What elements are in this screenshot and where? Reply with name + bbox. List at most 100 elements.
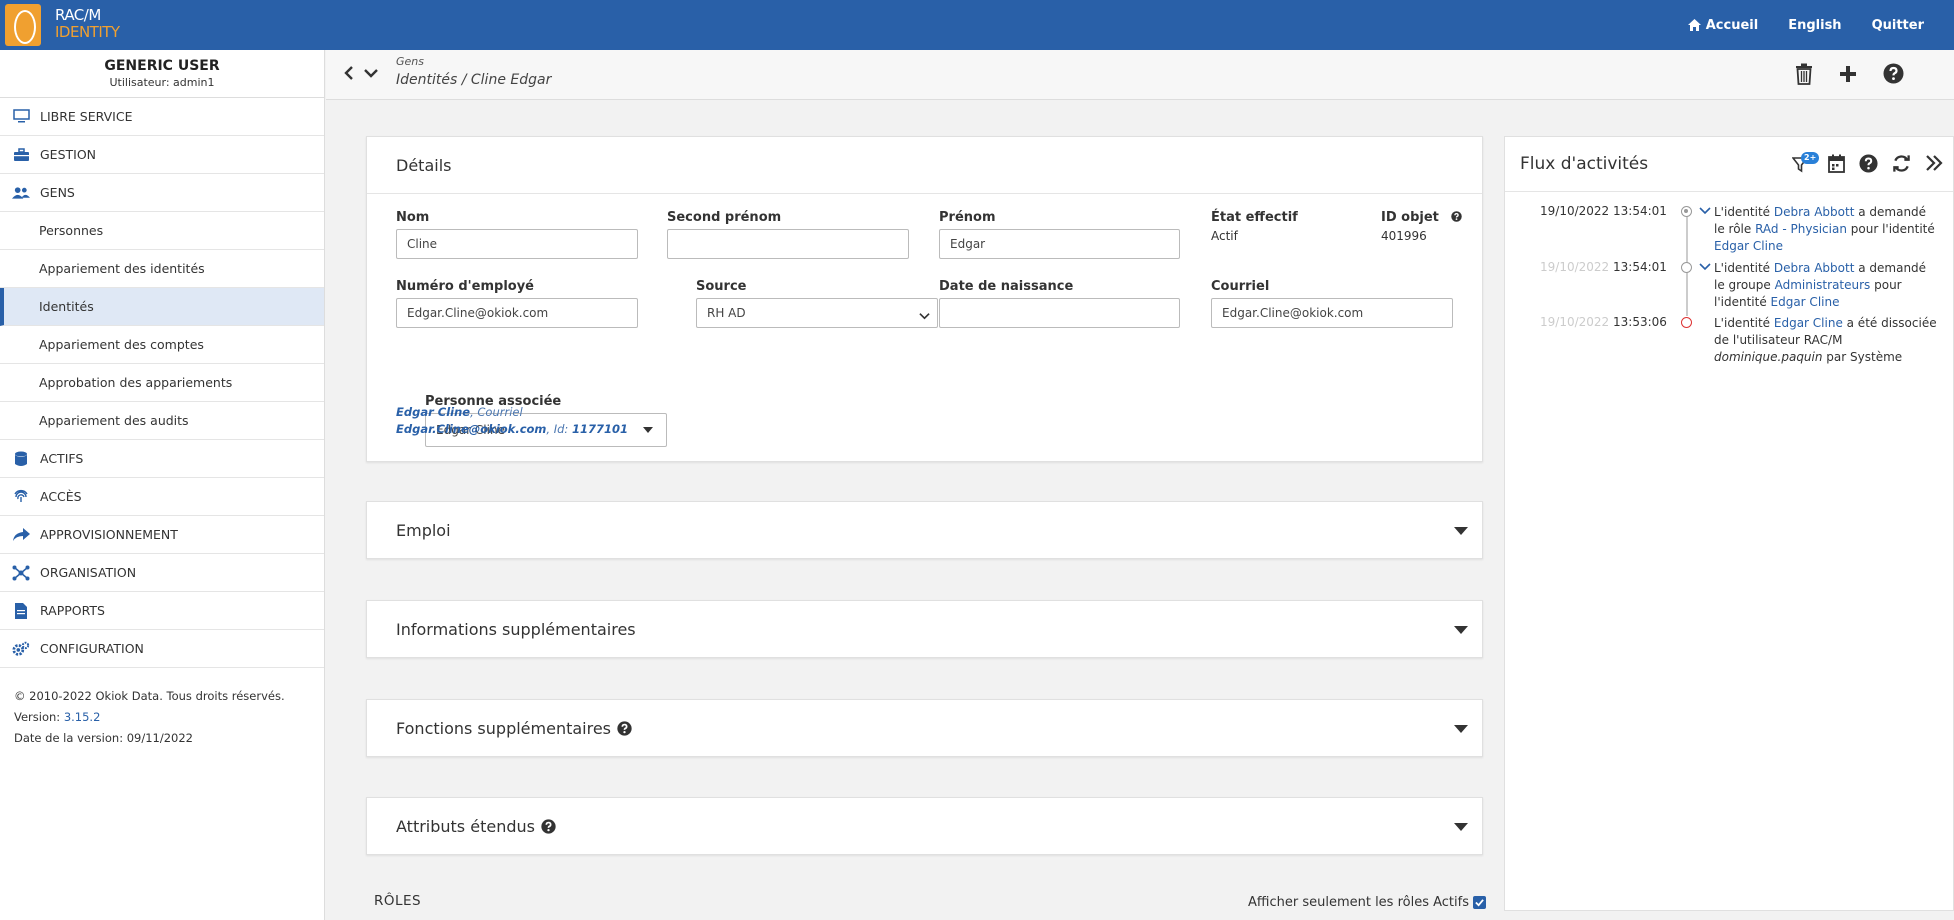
home-link[interactable]: Accueil	[1687, 17, 1759, 33]
timeline-dot	[1681, 206, 1692, 217]
chevron-down-icon[interactable]	[1699, 260, 1711, 272]
courriel-input[interactable]: Edgar.Cline@okiok.com	[1211, 298, 1453, 328]
activity-tools: 2+	[1792, 152, 1943, 174]
refresh-icon[interactable]	[1892, 154, 1911, 173]
sidebar-item-gens[interactable]: GENS	[0, 174, 324, 212]
help-icon[interactable]	[1451, 211, 1463, 222]
event-text: L'identité Debra Abbott a demandé le gro…	[1714, 261, 1927, 309]
sidebar-item-actifs[interactable]: ACTIFS	[0, 440, 324, 478]
sidebar-label: ACCÈS	[40, 489, 82, 504]
sidebar-item-approvisionnement[interactable]: APPROVISIONNEMENT	[0, 516, 324, 554]
user-login: Utilisateur: admin1	[109, 76, 215, 89]
sidebar-label: ACTIFS	[40, 451, 84, 466]
timeline-dot	[1681, 317, 1692, 328]
fingerprint-icon	[12, 488, 30, 506]
sidebar-item-rapports[interactable]: RAPPORTS	[0, 592, 324, 630]
sidebar-label: APPROVISIONNEMENT	[40, 527, 178, 542]
breadcrumb-parent[interactable]: Gens	[396, 55, 424, 68]
top-nav: Accueil English Quitter	[1687, 0, 1924, 50]
filter-icon[interactable]: 2+	[1792, 152, 1820, 174]
user-name: dominique.paquin	[1714, 350, 1823, 364]
version-date: Date de la version: 09/11/2022	[14, 731, 194, 745]
help-icon[interactable]	[541, 818, 556, 834]
section-emploi[interactable]: Emploi	[366, 501, 1483, 559]
roles-toggle-label: Afficher seulement les rôles Actifs	[1248, 895, 1469, 910]
sidebar-item-gestion[interactable]: GESTION	[0, 136, 324, 174]
emp-label: Numéro d'employé	[396, 279, 534, 294]
sidebar-item-appariement-comptes[interactable]: Appariement des comptes	[0, 326, 324, 364]
sidebar-item-appariement-identites[interactable]: Appariement des identités	[0, 250, 324, 288]
sidebar-item-organisation[interactable]: ORGANISATION	[0, 554, 324, 592]
chevron-left-icon[interactable]	[344, 66, 354, 80]
caret-down-icon	[643, 427, 653, 433]
sidebar-label: LIBRE SERVICE	[40, 109, 133, 124]
event-date: 19/10/2022 13:53:06	[1540, 315, 1667, 329]
gears-icon	[12, 640, 30, 658]
help-icon[interactable]	[1859, 154, 1878, 173]
second-prenom-input[interactable]	[667, 229, 909, 259]
top-bar: RAC/M IDENTITY Accueil English Quitter	[0, 0, 1954, 50]
sidebar-item-personnes[interactable]: Personnes	[0, 212, 324, 250]
double-chevron-right-icon[interactable]	[1925, 154, 1943, 172]
date-naissance-input[interactable]	[939, 298, 1180, 328]
section-header[interactable]: Fonctions supplémentaires	[367, 700, 1482, 756]
header-tools	[1795, 63, 1904, 85]
identity-link[interactable]: Edgar Cline	[1774, 316, 1843, 330]
user-info: GENERIC USER Utilisateur: admin1	[0, 50, 324, 98]
breadcrumb: Identités / Cline Edgar	[396, 72, 552, 88]
numero-employe-input[interactable]: Edgar.Cline@okiok.com	[396, 298, 638, 328]
source-select[interactable]: RH AD	[696, 298, 938, 328]
prenom-input[interactable]: Edgar	[939, 229, 1180, 259]
help-icon[interactable]	[617, 720, 632, 736]
section-fonctions[interactable]: Fonctions supplémentaires	[366, 699, 1483, 757]
identity-link[interactable]: Debra Abbott	[1774, 205, 1855, 219]
database-icon	[12, 450, 30, 468]
timeline-dot	[1681, 262, 1692, 273]
event-date: 19/10/2022 13:54:01	[1540, 260, 1667, 274]
section-informations[interactable]: Informations supplémentaires	[366, 600, 1483, 658]
sidebar-item-libre-service[interactable]: LIBRE SERVICE	[0, 98, 324, 136]
event-date: 19/10/2022 13:54:01	[1540, 204, 1667, 218]
quit-link[interactable]: Quitter	[1872, 18, 1924, 33]
section-attributs[interactable]: Attributs étendus	[366, 797, 1483, 855]
section-header[interactable]: Attributs étendus	[367, 798, 1482, 854]
sidebar-item-approbation[interactable]: Approbation des appariements	[0, 364, 324, 402]
courriel-label: Courriel	[1211, 279, 1270, 294]
trash-icon[interactable]	[1795, 63, 1813, 85]
version-link[interactable]: 3.15.2	[64, 710, 101, 724]
details-body: Nom Cline Second prénom Prénom Edgar Éta…	[367, 193, 1482, 461]
calendar-icon[interactable]	[1828, 154, 1845, 173]
assoc-name-link[interactable]: Edgar Cline	[396, 405, 470, 419]
sidebar-label: CONFIGURATION	[40, 641, 144, 656]
section-header[interactable]: Emploi	[367, 502, 1482, 558]
section-header[interactable]: Informations supplémentaires	[367, 601, 1482, 657]
identity-link[interactable]: Edgar Cline	[1771, 295, 1840, 309]
chevron-down-icon[interactable]	[364, 66, 378, 80]
sidebar-item-identites[interactable]: Identités	[0, 288, 324, 326]
role-link[interactable]: RAd - Physician	[1755, 222, 1847, 236]
share-arrow-icon	[12, 526, 30, 544]
sidebar-footer: © 2010-2022 Okiok Data. Tous droits rése…	[0, 668, 324, 767]
chevron-down-icon[interactable]	[1699, 204, 1711, 216]
sidebar-item-acces[interactable]: ACCÈS	[0, 478, 324, 516]
home-label: Accueil	[1705, 17, 1759, 33]
details-card: Détails Nom Cline Second prénom Prénom E…	[366, 136, 1483, 462]
checkbox[interactable]	[1473, 896, 1486, 909]
sidebar-item-audits[interactable]: Appariement des audits	[0, 402, 324, 440]
sidebar-label: GESTION	[40, 147, 97, 162]
sidebar-item-configuration[interactable]: CONFIGURATION	[0, 630, 324, 668]
identity-link[interactable]: Debra Abbott	[1774, 261, 1855, 275]
plus-icon[interactable]	[1837, 63, 1859, 85]
group-link[interactable]: Administrateurs	[1775, 278, 1871, 292]
caret-down-icon	[1454, 527, 1468, 535]
identity-link[interactable]: Edgar Cline	[1714, 239, 1783, 253]
roles-active-toggle[interactable]: Afficher seulement les rôles Actifs	[1248, 895, 1486, 910]
logo-icon[interactable]	[5, 4, 41, 46]
nom-input[interactable]: Cline	[396, 229, 638, 259]
language-link[interactable]: English	[1788, 18, 1841, 33]
network-icon	[12, 564, 30, 582]
toolbox-icon	[12, 146, 30, 164]
help-icon[interactable]	[1883, 63, 1904, 84]
assoc-email-link[interactable]: Edgar.Cline@okiok.com	[396, 422, 546, 436]
caret-down-icon	[1454, 725, 1468, 733]
